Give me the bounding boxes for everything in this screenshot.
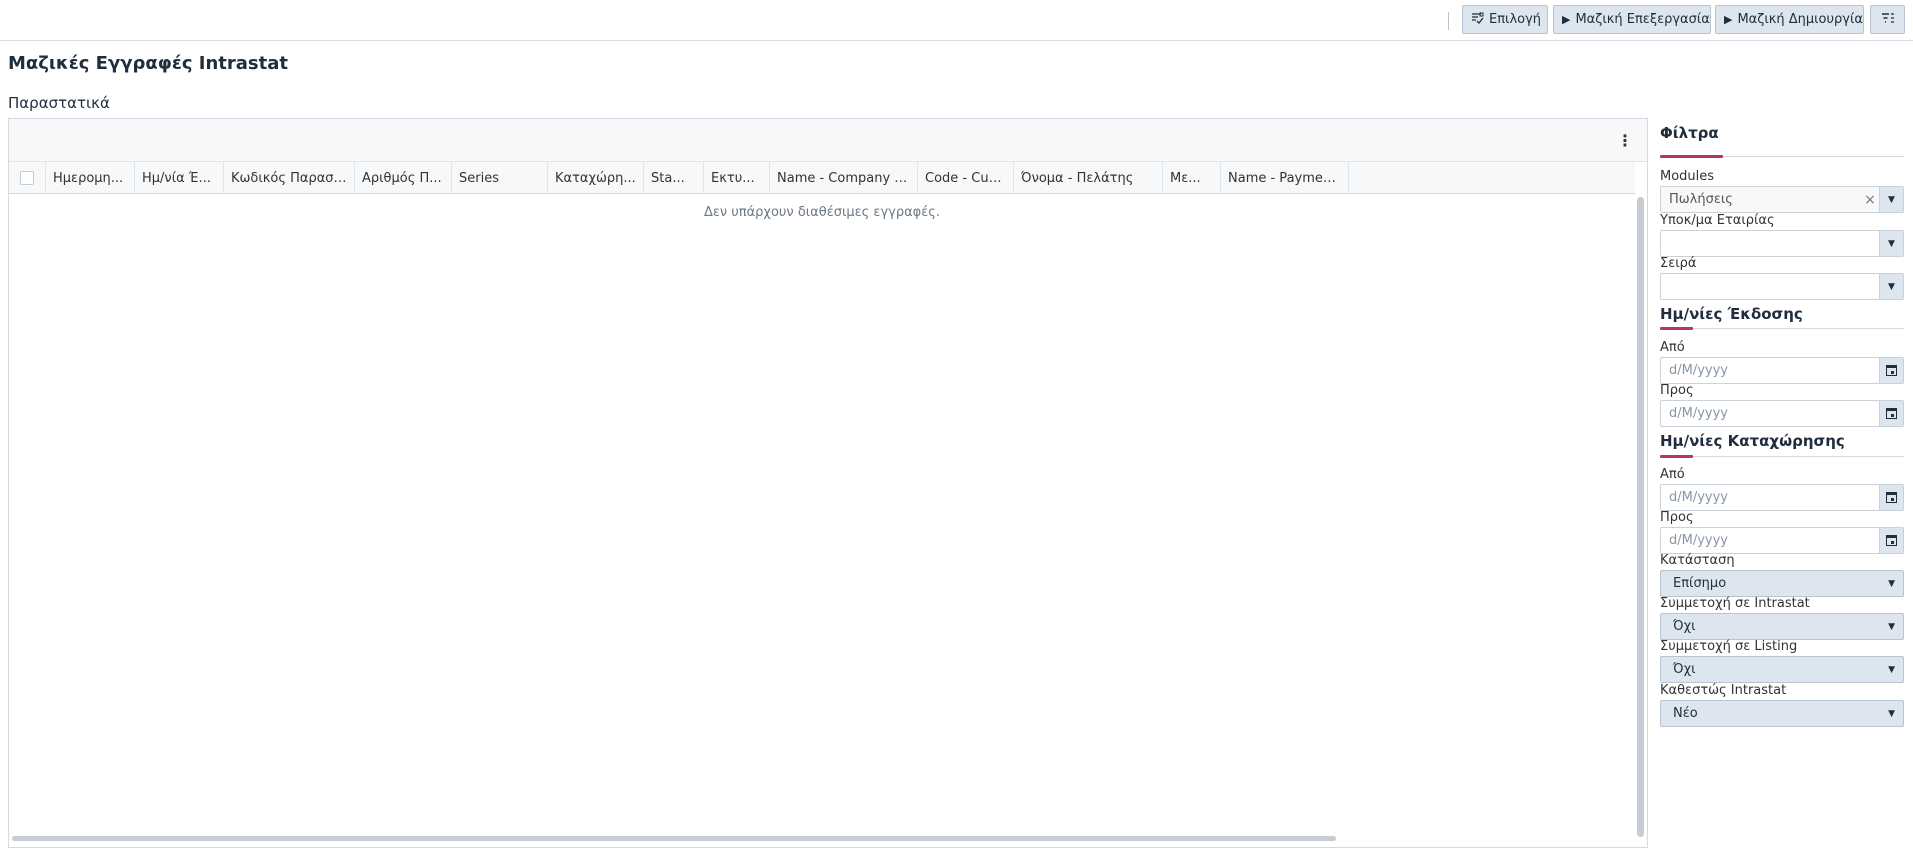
column-header[interactable]: Με... [1163,162,1221,194]
play-icon: ▶ [1562,13,1571,26]
mass-create-button[interactable]: ▶ Μαζική Δημιουργία [1715,5,1864,34]
grid-header: Ημερομη... Ημ/νία Έ... Κωδικός Παραστα..… [9,162,1635,194]
filters-panel: Φίλτρα Modules Πωλήσεις × ▼ Υποκ/μα Εται… [1660,118,1904,849]
entry-from-date-input[interactable]: d/M/yyyy [1660,484,1904,511]
filters-title-rule [1660,155,1904,158]
status-select[interactable]: Επίσημο ▼ [1660,570,1904,597]
entry-from-placeholder: d/M/yyyy [1669,490,1729,505]
column-header[interactable]: Name - Payment ... [1221,162,1349,194]
issue-dates-rule [1660,327,1904,330]
listing-participation-value: Όχι [1673,662,1696,677]
vertical-scrollbar[interactable] [1637,197,1644,837]
toolbar-separator [1448,12,1449,30]
select-all-checkbox[interactable] [20,171,34,185]
entry-from-label: Από [1660,467,1685,482]
filter-toggle-button[interactable] [1870,5,1905,34]
documents-grid: ⋮ Ημερομη... Ημ/νία Έ... Κωδικός Παραστ α… [8,118,1648,848]
calendar-icon[interactable] [1879,485,1903,510]
entry-dates-heading: Ημ/νίες Καταχώρησης [1660,432,1845,450]
column-header[interactable]: Κωδικός Παραστα... [224,162,355,194]
top-toolbar: Επιλογή ▶ Μαζική Επεξεργασία ▶ Μαζική Δη… [0,0,1913,41]
entry-to-date-input[interactable]: d/M/yyyy [1660,527,1904,554]
mass-edit-button-label: Μαζική Επεξεργασία [1575,12,1710,27]
calendar-icon[interactable] [1879,528,1903,553]
modules-select[interactable]: Πωλήσεις × ▼ [1660,186,1904,213]
intrastat-status-label: Καθεστώς Intrastat [1660,683,1787,698]
caret-down-icon: ▼ [1888,708,1895,719]
calendar-icon[interactable] [1879,401,1903,426]
issue-dates-heading: Ημ/νίες Έκδοσης [1660,305,1803,323]
column-header[interactable]: Καταχώρη... [548,162,644,194]
vertical-scrollbar-thumb[interactable] [1637,197,1644,837]
intrastat-status-select[interactable]: Νέο ▼ [1660,700,1904,727]
company-branch-select[interactable]: ▼ [1660,230,1904,257]
filter-list-icon [1881,12,1895,27]
issue-from-date-input[interactable]: d/M/yyyy [1660,357,1904,384]
entry-to-label: Προς [1660,510,1694,525]
column-header[interactable]: Ημερομη... [46,162,135,194]
column-header[interactable]: Ημ/νία Έ... [135,162,224,194]
filters-title: Φίλτρα [1660,124,1719,142]
series-label: Σειρά [1660,256,1697,271]
intrastat-participation-select[interactable]: Όχι ▼ [1660,613,1904,640]
column-header[interactable]: Αριθμός Π... [355,162,452,194]
select-button-label: Επιλογή [1489,12,1542,27]
caret-down-icon[interactable]: ▼ [1879,231,1903,256]
modules-value: Πωλήσεις [1669,192,1733,207]
calendar-icon[interactable] [1879,358,1903,383]
play-icon: ▶ [1724,13,1733,26]
column-header[interactable]: Εκτυ... [704,162,770,194]
mass-create-button-label: Μαζική Δημιουργία [1737,12,1863,27]
issue-from-placeholder: d/M/yyyy [1669,363,1729,378]
caret-down-icon[interactable]: ▼ [1879,187,1903,212]
listing-participation-select[interactable]: Όχι ▼ [1660,656,1904,683]
page-title: Μαζικές Εγγραφές Intrastat [8,53,288,74]
list-check-icon [1471,12,1484,28]
empty-message: Δεν υπάρχουν διαθέσιμες εγγραφές. [703,205,941,220]
status-value: Επίσημο [1673,576,1727,591]
clear-icon[interactable]: × [1861,192,1879,208]
grid-more-button[interactable]: ⋮ [1615,129,1635,151]
section-title: Παραστατικά [8,94,110,112]
select-button[interactable]: Επιλογή [1462,5,1548,34]
column-header[interactable]: Code - Cus... [918,162,1014,194]
column-header[interactable]: Name - Company Bra... [770,162,918,194]
mass-edit-button[interactable]: ▶ Μαζική Επεξεργασία [1553,5,1711,34]
caret-down-icon: ▼ [1888,621,1895,632]
select-all-checkbox-cell [9,162,46,194]
intrastat-participation-value: Όχι [1673,619,1696,634]
entry-dates-rule [1660,455,1904,458]
series-select[interactable]: ▼ [1660,273,1904,300]
column-header[interactable]: Series [452,162,548,194]
issue-to-date-input[interactable]: d/M/yyyy [1660,400,1904,427]
intrastat-status-value: Νέο [1673,706,1698,721]
caret-down-icon[interactable]: ▼ [1879,274,1903,299]
caret-down-icon: ▼ [1888,578,1895,589]
column-header[interactable]: Όνομα - Πελάτης [1014,162,1163,194]
caret-down-icon: ▼ [1888,664,1895,675]
modules-label: Modules [1660,169,1715,184]
issue-from-label: Από [1660,340,1685,355]
vertical-dots-icon: ⋮ [1617,130,1633,150]
status-label: Κατάσταση [1660,553,1735,568]
issue-to-placeholder: d/M/yyyy [1669,406,1729,421]
grid-toolbar: ⋮ [9,119,1647,162]
company-branch-label: Υποκ/μα Εταιρίας [1660,213,1775,228]
column-header[interactable]: Sta... [644,162,704,194]
horizontal-scrollbar[interactable] [12,836,1336,841]
entry-to-placeholder: d/M/yyyy [1669,533,1729,548]
listing-participation-label: Συμμετοχή σε Listing [1660,639,1798,654]
issue-to-label: Προς [1660,383,1694,398]
intrastat-participation-label: Συμμετοχή σε Intrastat [1660,596,1810,611]
